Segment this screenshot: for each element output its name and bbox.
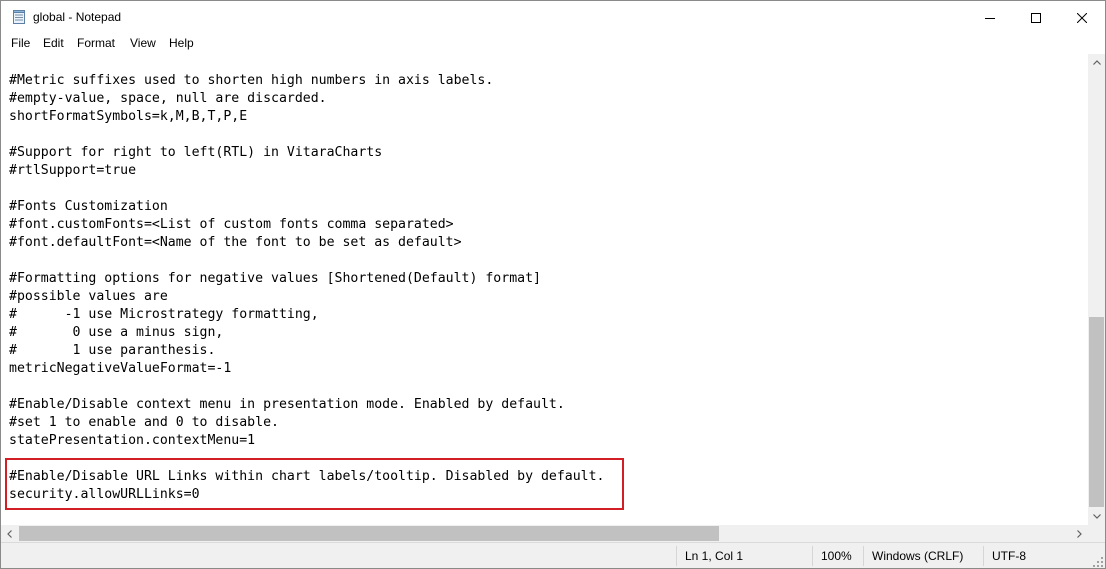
menu-edit[interactable]: Edit <box>43 36 64 50</box>
scroll-up-button[interactable] <box>1088 54 1105 71</box>
minimize-icon <box>985 17 995 19</box>
chevron-right-icon <box>1077 529 1082 538</box>
editor-line: #empty-value, space, null are discarded. <box>9 91 327 106</box>
horizontal-scroll-thumb[interactable] <box>19 526 719 541</box>
editor-line: #set 1 to enable and 0 to disable. <box>9 415 279 430</box>
maximize-button[interactable] <box>1013 1 1059 34</box>
editor-line: #font.customFonts=<List of custom fonts … <box>9 217 454 232</box>
chevron-down-icon <box>1092 514 1101 519</box>
status-divider <box>983 546 984 566</box>
editor-content: #Metric suffixes used to shorten high nu… <box>9 72 604 504</box>
close-button[interactable] <box>1059 1 1105 34</box>
minimize-button[interactable] <box>967 1 1013 34</box>
status-bar: Ln 1, Col 1 100% Windows (CRLF) UTF-8 <box>1 542 1105 568</box>
status-divider <box>863 546 864 566</box>
editor-line: # 0 use a minus sign, <box>9 325 224 340</box>
status-divider <box>812 546 813 566</box>
editor-line: # 1 use paranthesis. <box>9 343 216 358</box>
menu-view[interactable]: View <box>130 36 156 50</box>
vertical-scrollbar[interactable] <box>1088 54 1105 525</box>
editor-line: #Support for right to left(RTL) in Vitar… <box>9 145 383 160</box>
editor-line: #Formatting options for negative values … <box>9 271 541 286</box>
notepad-icon <box>13 10 25 24</box>
editor-line <box>9 252 604 270</box>
title-bar[interactable]: global - Notepad <box>1 1 1105 34</box>
cursor-position: Ln 1, Col 1 <box>685 549 744 563</box>
menu-bar: File Edit Format View Help <box>1 34 1105 55</box>
menu-file[interactable]: File <box>11 36 30 50</box>
vertical-scroll-thumb[interactable] <box>1089 317 1104 507</box>
editor-line: #Fonts Customization <box>9 199 168 214</box>
menu-help[interactable]: Help <box>169 36 194 50</box>
menu-format[interactable]: Format <box>77 36 115 50</box>
window-title: global - Notepad <box>33 10 122 24</box>
editor-line: statePresentation.contextMenu=1 <box>9 433 256 448</box>
editor-line <box>9 378 604 396</box>
zoom-level: 100% <box>821 549 852 563</box>
scroll-left-button[interactable] <box>1 525 18 542</box>
chevron-up-icon <box>1092 60 1101 65</box>
notepad-window: global - Notepad File Edit Format View H… <box>0 0 1106 569</box>
close-icon <box>1077 12 1087 23</box>
editor-line: shortFormatSymbols=k,M,B,T,P,E <box>9 109 248 124</box>
status-divider <box>676 546 677 566</box>
scroll-right-button[interactable] <box>1071 525 1088 542</box>
scrollbar-corner <box>1088 525 1105 542</box>
text-editor[interactable]: #Metric suffixes used to shorten high nu… <box>1 54 1088 525</box>
line-ending: Windows (CRLF) <box>872 549 964 563</box>
editor-line: #font.defaultFont=<Name of the font to b… <box>9 235 462 250</box>
editor-line: #rtlSupport=true <box>9 163 137 178</box>
editor-line: #possible values are <box>9 289 168 304</box>
editor-line: #Enable/Disable context menu in presenta… <box>9 397 565 412</box>
editor-line <box>9 180 604 198</box>
chevron-left-icon <box>7 529 12 538</box>
editor-line: # -1 use Microstrategy formatting, <box>9 307 319 322</box>
horizontal-scrollbar[interactable] <box>1 525 1088 542</box>
editor-line <box>9 126 604 144</box>
maximize-icon <box>1031 12 1041 23</box>
resize-grip-icon[interactable] <box>1093 557 1103 567</box>
encoding: UTF-8 <box>992 549 1026 563</box>
editor-line: metricNegativeValueFormat=-1 <box>9 361 232 376</box>
highlight-annotation-box <box>5 458 624 510</box>
editor-line: #Metric suffixes used to shorten high nu… <box>9 73 494 88</box>
scroll-down-button[interactable] <box>1088 508 1105 525</box>
